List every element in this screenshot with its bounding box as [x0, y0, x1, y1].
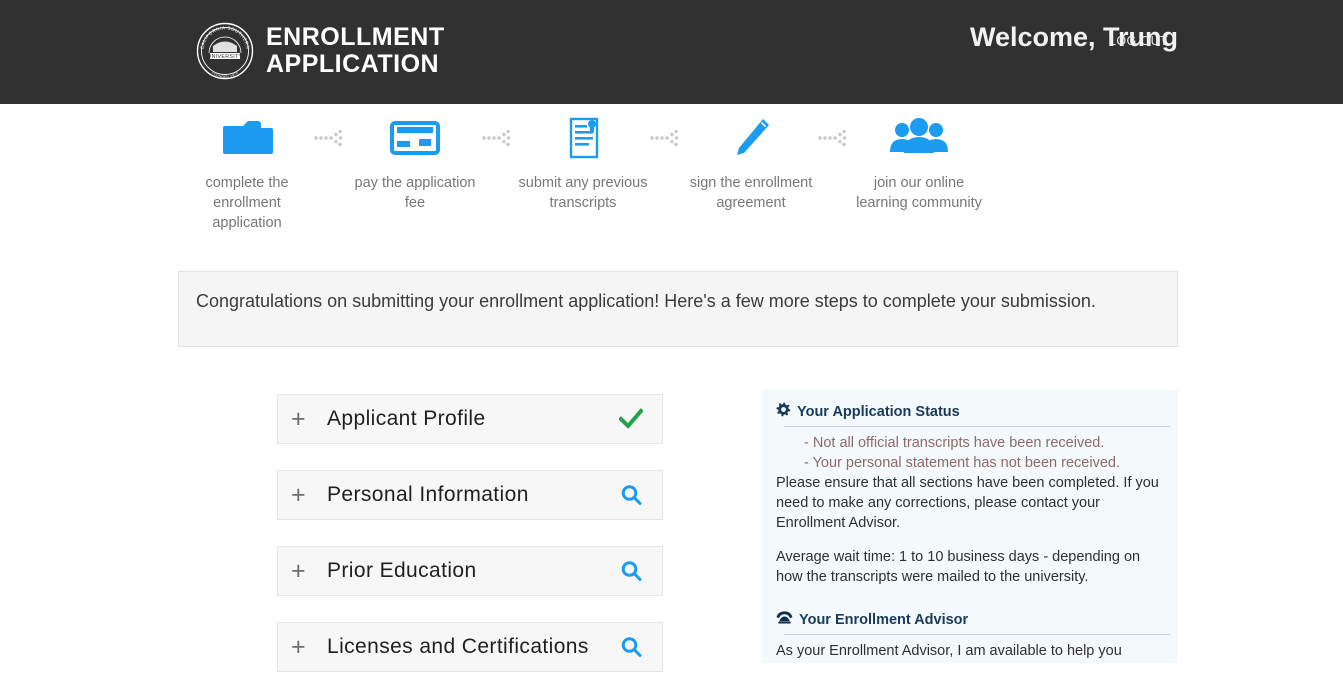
enrollment-advisor-heading-label: Your Enrollment Advisor [799, 611, 969, 628]
application-status-heading: Your Application Status [776, 402, 1162, 421]
people-icon [852, 112, 986, 164]
site-header: UNIVERSITY CALIFORNIA SOUTHERN FOUNDED 1… [0, 0, 1343, 104]
accordion-item-label: Licenses and Certifications [327, 635, 589, 658]
step-sign-agreement: sign the enrollment agreement [684, 112, 818, 213]
step-label: join our online learning community [856, 175, 982, 211]
credit-card-icon [348, 112, 482, 164]
step-submit-transcripts: submit any previous transcripts [516, 112, 650, 213]
expand-icon[interactable]: + [291, 482, 327, 508]
gear-icon [776, 402, 791, 421]
telephone-icon [776, 610, 793, 629]
enrollment-advisor-body-text: As your Enrollment Advisor, I am availab… [776, 643, 1122, 659]
logout-button[interactable]: LOG OUT [1109, 34, 1168, 48]
status-bullet: - Not all official transcripts have been… [804, 435, 1105, 451]
average-wait-time-text: Average wait time: 1 to 10 business days… [776, 549, 1141, 585]
magnifier-icon[interactable] [618, 636, 644, 658]
arrow-icon-4 [818, 112, 852, 164]
magnifier-icon[interactable] [618, 560, 644, 582]
arrow-icon-3 [650, 112, 684, 164]
svg-text:UNIVERSITY: UNIVERSITY [207, 54, 242, 60]
accordion-item-licenses-and-certifications[interactable]: + Licenses and Certifications [277, 622, 663, 672]
site-title: ENROLLMENT APPLICATION [266, 24, 445, 78]
step-pay-fee: pay the application fee [348, 112, 482, 213]
step-complete-application: complete the enrollment application [180, 112, 314, 233]
expand-icon[interactable]: + [291, 558, 327, 584]
status-bullet-list: - Not all official transcripts have been… [804, 433, 1162, 473]
arrow-icon-2 [482, 112, 516, 164]
application-status-heading-label: Your Application Status [797, 403, 960, 420]
expand-icon[interactable]: + [291, 406, 327, 432]
divider [784, 634, 1170, 635]
status-body-text: Please ensure that all sections have bee… [776, 475, 1159, 531]
step-label: pay the application fee [354, 175, 476, 211]
status-side-panel: Your Application Status - Not all offici… [762, 390, 1178, 663]
transcript-icon [516, 112, 650, 164]
accordion-item-personal-information[interactable]: + Personal Information [277, 470, 663, 520]
arrow-icon-1 [314, 112, 348, 164]
congratulations-banner: Congratulations on submitting your enrol… [178, 271, 1178, 347]
expand-icon[interactable]: + [291, 634, 327, 660]
green-checkmark-icon [618, 408, 644, 430]
accordion-item-label: Personal Information [327, 483, 529, 506]
magnifier-icon[interactable] [618, 484, 644, 506]
site-title-line2: APPLICATION [266, 50, 440, 78]
step-label: sign the enrollment agreement [689, 175, 813, 211]
step-label: complete the enrollment application [205, 175, 289, 231]
site-title-line1: ENROLLMENT [266, 23, 445, 51]
accordion-item-prior-education[interactable]: + Prior Education [277, 546, 663, 596]
accordion-item-applicant-profile[interactable]: + Applicant Profile [277, 394, 663, 444]
pen-icon [684, 112, 818, 164]
status-bullet: - Your personal statement has not been r… [804, 455, 1120, 471]
step-label: submit any previous transcripts [518, 175, 648, 211]
step-join-community: join our online learning community [852, 112, 986, 213]
brand: UNIVERSITY CALIFORNIA SOUTHERN FOUNDED 1… [196, 22, 445, 80]
accordion-item-label: Prior Education [327, 559, 477, 582]
enrollment-steps: complete the enrollment application pay … [180, 112, 1180, 262]
accordion-item-label: Applicant Profile [327, 407, 486, 430]
enrollment-advisor-heading: Your Enrollment Advisor [776, 610, 1162, 629]
university-seal-icon: UNIVERSITY CALIFORNIA SOUTHERN FOUNDED 1… [196, 22, 254, 80]
divider [784, 426, 1170, 427]
application-sections-accordion: + Applicant Profile + Personal Informati… [277, 394, 663, 698]
folder-icon [180, 112, 314, 164]
